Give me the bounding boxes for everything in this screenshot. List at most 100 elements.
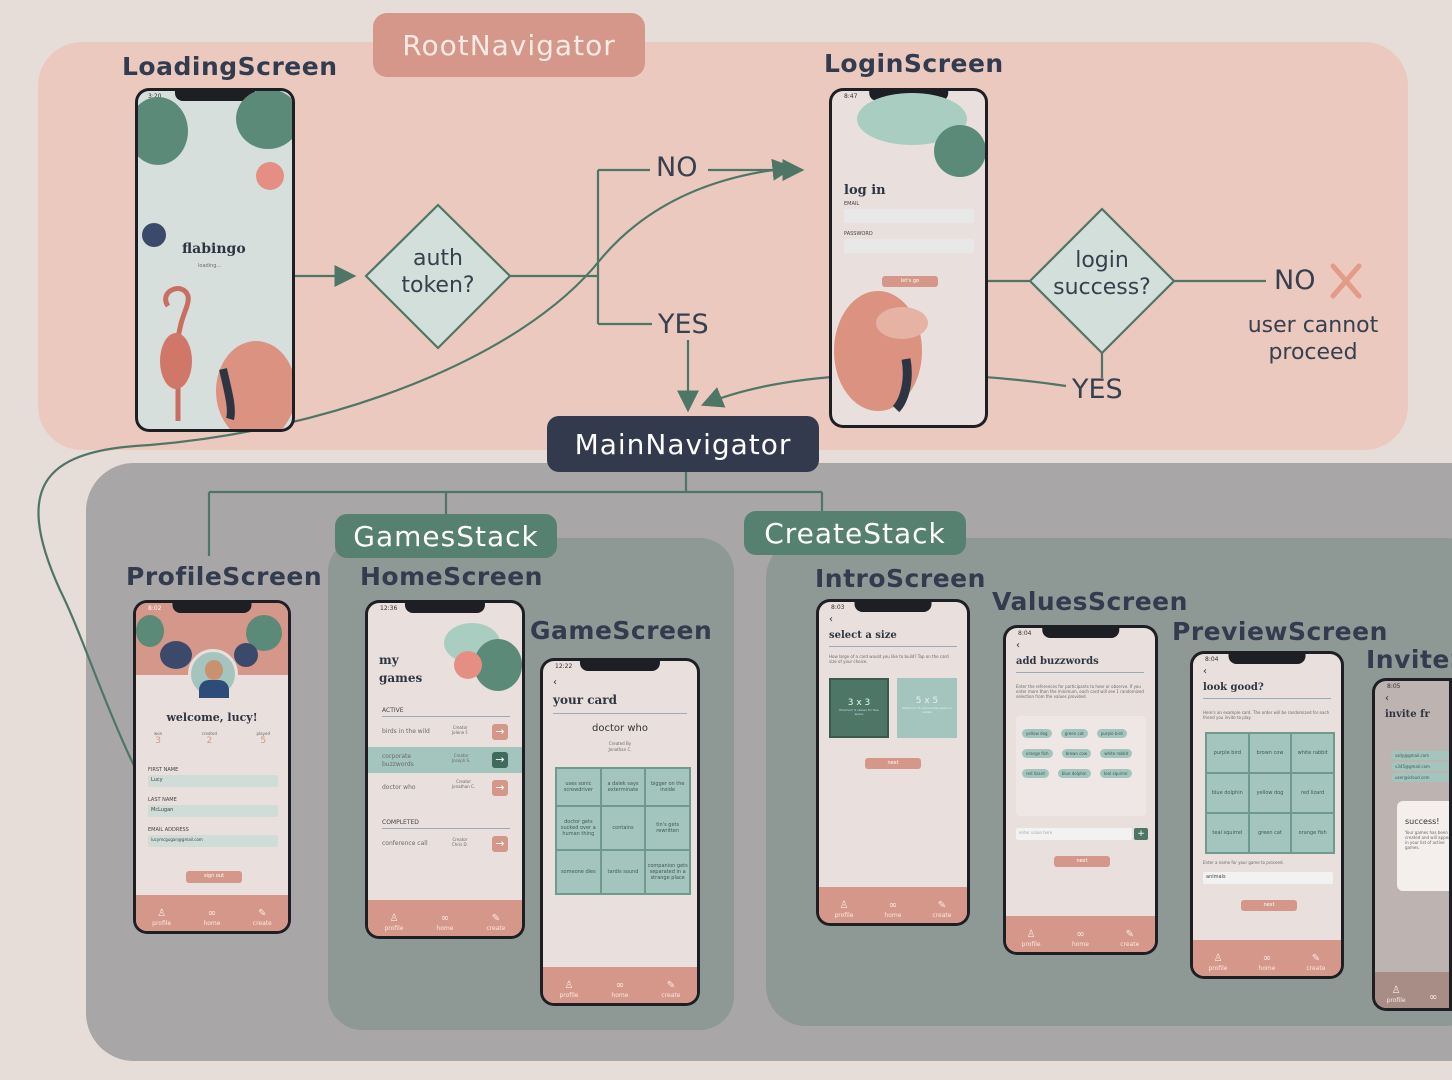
cannot-proceed-text: user cannot proceed	[1236, 312, 1390, 366]
tab-home[interactable]: ∞ home	[611, 980, 628, 999]
buzzword-chip[interactable]: white rabbit	[1100, 749, 1133, 758]
next-button[interactable]: next	[865, 758, 921, 769]
creator-name: Joseph S.	[452, 758, 471, 763]
password-field[interactable]	[844, 239, 974, 253]
buzzword-chip[interactable]: green cat	[1060, 729, 1088, 738]
add-icon[interactable]: +	[1134, 828, 1148, 840]
email-address-field[interactable]: lucymcgugan@gmail.com	[148, 835, 278, 847]
tab-home[interactable]: ∞ home	[1072, 929, 1089, 948]
arrow-right-icon[interactable]: →	[492, 836, 508, 852]
home-icon: ∞	[1262, 953, 1272, 964]
tab-home[interactable]: ∞ home	[1258, 953, 1275, 972]
profile-icon: ♙	[1213, 953, 1223, 964]
invite-email-chip[interactable]: user@icloud.com	[1391, 773, 1449, 782]
bingo-cell[interactable]: someone dies	[556, 850, 601, 894]
tab-profile[interactable]: ♙ profile	[1208, 953, 1227, 972]
buzzword-chip[interactable]: yellow dog	[1022, 729, 1052, 738]
status-time: 8:03	[831, 604, 845, 611]
tab-create[interactable]: ✎ create	[661, 980, 680, 999]
arrow-right-icon[interactable]: →	[492, 724, 508, 740]
bingo-cell[interactable]: companion gets separated in a strange pl…	[645, 850, 690, 894]
tab-create[interactable]: ✎ create	[253, 908, 272, 927]
tab-home[interactable]: ∞ home	[203, 908, 220, 927]
invite-email-chip[interactable]: sally@gmail.com	[1391, 751, 1449, 760]
buzzword-chip[interactable]: teal squirrel	[1099, 769, 1132, 778]
last-name-field[interactable]: McLugan	[148, 805, 278, 817]
tab-create[interactable]: ✎ create	[1120, 929, 1139, 948]
login-yes-label: YES	[1072, 374, 1123, 405]
email-label: EMAIL	[844, 201, 860, 207]
intro-description: How large of a card would you like to bu…	[829, 654, 949, 664]
tab-home[interactable]: ∞ home	[436, 913, 453, 932]
arrow-right-icon[interactable]: →	[492, 752, 508, 768]
bingo-cell[interactable]: a dalek says exterminate	[600, 768, 646, 806]
tab-bar: ♙ profile ∞ home ✎ create	[1006, 916, 1155, 952]
buzzword-chip[interactable]: purple bird	[1096, 729, 1127, 738]
bingo-cell[interactable]: doctor gets sucked over a human thing	[556, 806, 601, 850]
bingo-cell[interactable]: uses sonic screwdriver	[556, 768, 601, 806]
intro-heading: select a size	[829, 630, 897, 641]
completed-section-label: COMPLETED	[382, 819, 419, 826]
first-name-field[interactable]: Lucy	[148, 775, 278, 787]
tab-bar: ♙ profile ∞ home ✎ create	[1193, 940, 1341, 976]
sign-out-button[interactable]: sign out	[186, 871, 242, 883]
profile-phone: 8:02 welcome, lucy! won 3 created 2 play…	[133, 600, 291, 934]
invite-email-chip[interactable]: v345@gmail.com	[1391, 762, 1449, 771]
back-chevron-icon[interactable]: ‹	[1385, 693, 1389, 704]
buzzword-chip[interactable]: blue dolphin	[1057, 769, 1091, 778]
buzzword-input[interactable]: enter value here	[1016, 828, 1132, 840]
cannot-proceed-line1: user cannot	[1247, 313, 1379, 338]
tab-profile[interactable]: ♙ profile	[1387, 985, 1406, 1004]
tab-label: home	[1258, 965, 1276, 972]
login-question: login success?	[1042, 247, 1162, 301]
tab-profile[interactable]: ♙ profile	[1022, 929, 1041, 948]
intro-phone: 8:03 ‹ select a size How large of a card…	[816, 599, 970, 926]
back-chevron-icon[interactable]: ‹	[553, 677, 557, 688]
tab-label: home	[611, 992, 629, 999]
values-screen-title: ValuesScreen	[992, 587, 1188, 616]
stat-value: 3	[155, 736, 161, 746]
email-field[interactable]	[844, 209, 974, 223]
preview-phone: 8:04 ‹ look good? Here's an example card…	[1190, 651, 1344, 979]
tab-profile[interactable]: ♙ profile	[559, 980, 578, 999]
buzzword-chip[interactable]: red lizard	[1022, 769, 1049, 778]
tab-create[interactable]: ✎ create	[932, 900, 951, 919]
size-option-5x5[interactable]: 5 x 5 Minimum 25 values free space in ce…	[897, 678, 957, 738]
back-chevron-icon[interactable]: ‹	[829, 614, 833, 625]
game-name-input[interactable]: animals	[1203, 872, 1333, 884]
next-button[interactable]: next	[1054, 856, 1110, 867]
buzzword-chip[interactable]: brown cow	[1061, 749, 1092, 758]
tab-bar: ♙ profile ∞ home ✎ create	[136, 895, 288, 931]
next-button[interactable]: next	[1241, 900, 1297, 911]
home-screen-title: HomeScreen	[360, 562, 543, 591]
brand-name: flabingo	[182, 241, 246, 257]
list-item[interactable]: doctor who Creator Jonathan C. →	[368, 777, 522, 801]
back-chevron-icon[interactable]: ‹	[1203, 666, 1207, 677]
tab-bar: ♙ profile ∞	[1375, 972, 1449, 1008]
tab-create[interactable]: ✎ create	[486, 913, 505, 932]
tab-profile[interactable]: ♙ profile	[384, 913, 403, 932]
tab-profile[interactable]: ♙ profile	[152, 908, 171, 927]
tab-create[interactable]: ✎ create	[1306, 953, 1325, 972]
bingo-cell[interactable]: tardis sound	[600, 850, 646, 894]
bingo-cell[interactable]: tin's gets rewritten	[645, 806, 690, 850]
bingo-cell[interactable]: bigger on the inside	[645, 768, 690, 806]
list-item[interactable]: birds in the wild Creator Jolene F. →	[368, 721, 522, 743]
creator-name: Jolene F.	[452, 730, 469, 735]
list-item[interactable]: corporate buzzwords Creator Joseph S. →	[368, 747, 522, 773]
list-item[interactable]: conference call Creator Chris D. →	[368, 833, 522, 855]
tab-label: home	[1071, 941, 1089, 948]
size-option-3x3[interactable]: 3 x 3 Minimum 9 values for free space	[829, 678, 889, 738]
status-time: 12:22	[555, 663, 573, 670]
back-chevron-icon[interactable]: ‹	[1016, 640, 1020, 651]
intro-screen-title: IntroScreen	[815, 564, 986, 593]
bingo-cell[interactable]: contains	[600, 806, 646, 850]
tab-home[interactable]: ∞	[1429, 992, 1437, 1004]
arrow-right-icon[interactable]: →	[492, 780, 508, 796]
buzzword-chip[interactable]: orange fish	[1022, 749, 1053, 758]
lets-go-button[interactable]: let's go	[882, 276, 938, 287]
avatar[interactable]	[188, 649, 238, 699]
option-sublabel: Minimum 25 values free space in center	[902, 706, 952, 714]
tab-profile[interactable]: ♙ profile	[834, 900, 853, 919]
tab-home[interactable]: ∞ home	[884, 900, 901, 919]
